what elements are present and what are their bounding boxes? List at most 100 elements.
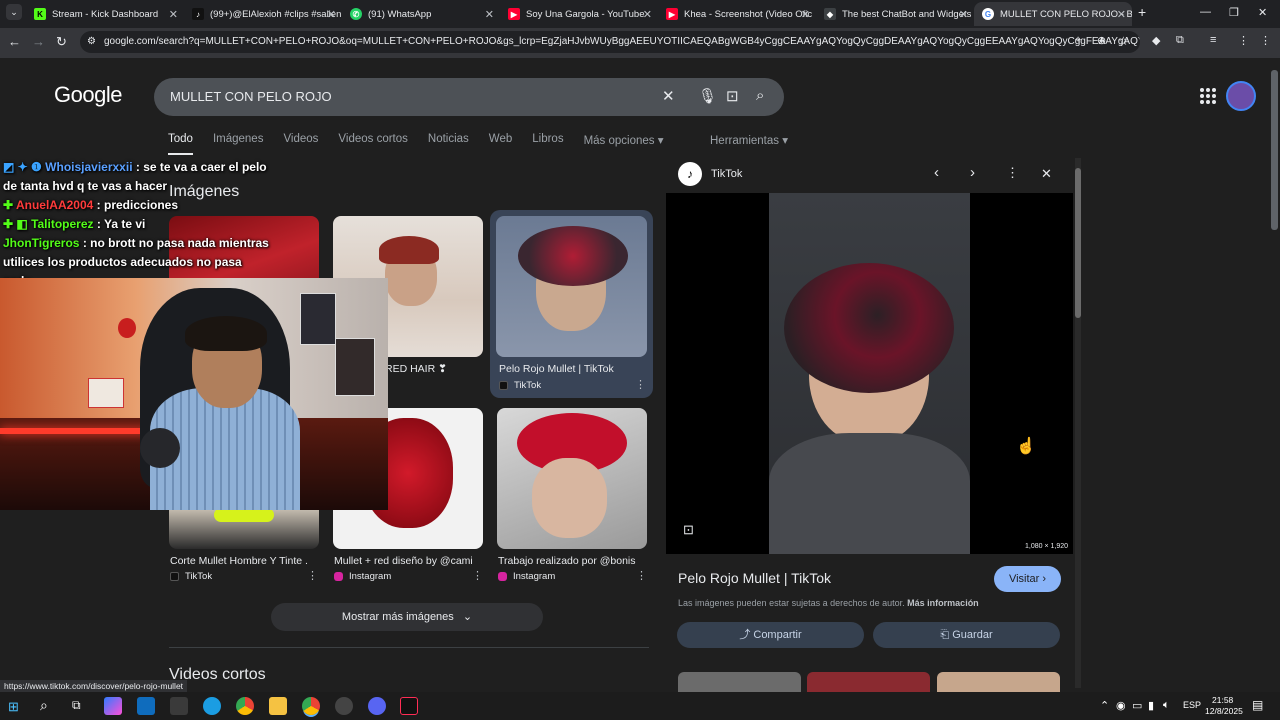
filter-short-videos[interactable]: Videos cortos	[338, 133, 407, 155]
panel-site-name[interactable]: TikTok	[711, 168, 742, 180]
related-image[interactable]	[937, 672, 1060, 692]
tray-app-icon[interactable]: ◉	[1116, 699, 1126, 712]
visit-button[interactable]: Visitar ›	[994, 566, 1061, 592]
zoom-icon[interactable]: ⊕	[1097, 34, 1106, 47]
more-options-icon[interactable]: ⋮	[636, 569, 647, 582]
filter-books[interactable]: Libros	[532, 133, 563, 155]
chrome-active-icon[interactable]	[302, 697, 320, 715]
media-controls-icon[interactable]: ≡	[1210, 34, 1216, 46]
menu-icon[interactable]: ⋮	[1238, 34, 1249, 47]
task-view-icon[interactable]: ⧉	[72, 698, 81, 713]
copilot-icon[interactable]	[104, 697, 122, 715]
tab-whatsapp[interactable]: ✆ (91) WhatsApp ✕	[342, 2, 500, 26]
new-tab-button[interactable]: +	[1138, 4, 1146, 20]
close-icon[interactable]: ✕	[327, 8, 336, 21]
file-explorer-icon[interactable]	[269, 697, 287, 715]
result-caption[interactable]: Trabajo realizado por @bonis...	[498, 555, 636, 567]
volume-icon[interactable]: 🔈︎	[1163, 699, 1170, 712]
site-info-icon[interactable]: ⚙	[87, 31, 96, 53]
chevron-up-icon[interactable]: ⌃	[1100, 699, 1109, 712]
close-icon[interactable]: ✕	[485, 8, 494, 21]
close-icon[interactable]: ✕	[169, 8, 178, 21]
more-info-link[interactable]: Más información	[907, 598, 979, 608]
close-icon[interactable]: ✕	[643, 8, 652, 21]
voice-search-icon[interactable]: 🎙︎	[698, 87, 717, 105]
chrome-icon[interactable]	[236, 697, 254, 715]
tab-google-search[interactable]: G MULLET CON PELO ROJO - Bus ✕	[974, 2, 1132, 26]
close-icon[interactable]: ✕	[959, 8, 968, 21]
close-icon[interactable]: ✕	[1041, 166, 1052, 182]
related-image[interactable]	[807, 672, 930, 692]
search-icon[interactable]: ⌕	[40, 697, 48, 714]
filter-news[interactable]: Noticias	[428, 133, 469, 155]
extensions-icon[interactable]: ⧉	[1176, 34, 1184, 47]
close-icon[interactable]: ✕	[801, 8, 810, 21]
more-options-icon[interactable]: ⋮	[472, 569, 483, 582]
result-source[interactable]: Instagram	[334, 571, 391, 582]
result-source[interactable]: TikTok	[499, 380, 541, 391]
search-box[interactable]: MULLET CON PELO ROJO ✕ 🎙︎ ⊡ ⌕	[154, 78, 784, 116]
more-options-icon[interactable]: ⋮	[635, 378, 646, 391]
close-icon[interactable]: ✕	[1117, 8, 1126, 21]
lens-icon[interactable]: ⊡	[726, 87, 739, 105]
kebab-icon[interactable]: ⋮	[1260, 34, 1271, 47]
selected-result-card[interactable]: Pelo Rojo Mullet | TikTok TikTok ⋮	[490, 210, 653, 398]
back-icon[interactable]: ←	[8, 34, 21, 49]
restore-icon[interactable]: ❐	[1229, 6, 1239, 19]
clock-time[interactable]: 21:58	[1212, 695, 1233, 705]
extension-diamond-icon[interactable]: ◆	[1152, 34, 1160, 47]
search-input[interactable]: MULLET CON PELO ROJO	[170, 89, 332, 104]
tab-kick-dashboard[interactable]: K Stream - Kick Dashboard ✕	[26, 2, 184, 26]
close-window-icon[interactable]: ✕	[1258, 6, 1267, 19]
google-logo[interactable]: Google	[54, 82, 122, 108]
store-icon[interactable]	[170, 697, 188, 715]
clock-date[interactable]: 12/8/2025	[1205, 706, 1243, 716]
edge-icon[interactable]	[203, 697, 221, 715]
clear-icon[interactable]: ✕	[662, 87, 675, 105]
display-icon[interactable]: ▭	[1132, 699, 1142, 712]
related-image[interactable]	[678, 672, 801, 692]
preview-image[interactable]: ⊡ 1,080 × 1,920	[666, 193, 1073, 554]
address-bar[interactable]: ⚙ google.com/search?q=MULLET+CON+PELO+RO…	[80, 31, 1140, 53]
result-caption[interactable]: Mullet + red diseño by @cami...	[334, 555, 472, 567]
previous-icon[interactable]: ‹	[934, 164, 939, 181]
discord-icon[interactable]	[368, 697, 386, 715]
language-indicator[interactable]: ESP	[1183, 700, 1201, 710]
tab-search-button[interactable]: ⌄	[6, 4, 22, 20]
search-icon[interactable]: ⌕	[756, 87, 764, 104]
next-icon[interactable]: ›	[970, 164, 975, 181]
panel-scrollbar[interactable]	[1075, 158, 1081, 688]
filter-images[interactable]: Imágenes	[213, 133, 264, 155]
tools-button[interactable]: Herramientas ▾	[710, 133, 788, 147]
reload-icon[interactable]: ↻	[56, 34, 67, 50]
page-scrollbar[interactable]	[1271, 66, 1278, 688]
image-result-selected[interactable]	[496, 216, 647, 357]
image-result-6[interactable]	[497, 408, 647, 549]
location-icon[interactable]: ⌖	[1075, 34, 1081, 47]
avatar[interactable]	[1226, 81, 1256, 111]
tab-chatbot[interactable]: ◆ The best ChatBot and Widgets ✕	[816, 2, 974, 26]
more-options-icon[interactable]: ⋮	[307, 569, 318, 582]
outlook-icon[interactable]	[137, 697, 155, 715]
notifications-icon[interactable]: ▤	[1252, 698, 1263, 712]
obs-icon[interactable]	[335, 697, 353, 715]
result-caption[interactable]: Pelo Rojo Mullet | TikTok	[499, 363, 637, 375]
result-source[interactable]: Instagram	[498, 571, 555, 582]
tab-youtube-khea[interactable]: ▶ Khea - Screenshot (Video Ofic ✕	[658, 2, 816, 26]
preview-title[interactable]: Pelo Rojo Mullet | TikTok	[678, 570, 831, 586]
lens-icon[interactable]: ⊡	[683, 522, 694, 538]
result-caption[interactable]: RED HAIR ❣	[385, 363, 475, 375]
bookmark-star-icon[interactable]: ☆	[1118, 34, 1129, 48]
windows-start-icon[interactable]: ⊞	[8, 699, 19, 715]
minimize-icon[interactable]: —	[1200, 6, 1211, 18]
forward-icon[interactable]: →	[32, 34, 45, 49]
battery-icon[interactable]: ▮	[1148, 699, 1154, 712]
filter-more[interactable]: Más opciones ▾	[584, 133, 664, 155]
result-source[interactable]: TikTok	[170, 571, 212, 582]
tiktok-app-icon[interactable]	[400, 697, 418, 715]
filter-videos[interactable]: Videos	[283, 133, 318, 155]
show-more-images-button[interactable]: Mostrar más imágenes ⌄	[271, 603, 543, 631]
share-button[interactable]: ⤴ Compartir	[677, 622, 864, 648]
save-button[interactable]: ⎗ Guardar	[873, 622, 1060, 648]
apps-grid-icon[interactable]	[1200, 88, 1216, 104]
